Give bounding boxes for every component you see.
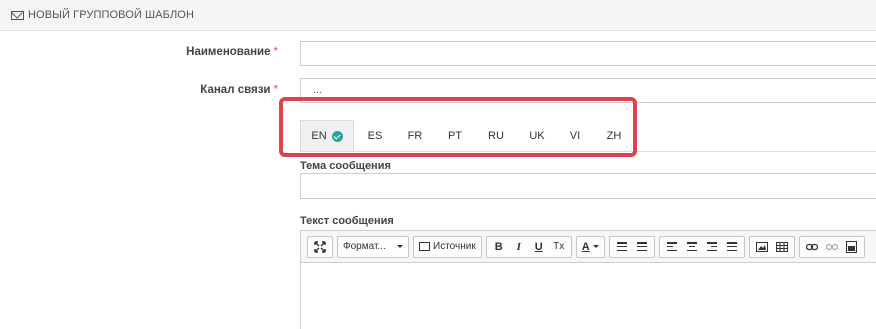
required-mark: * bbox=[273, 46, 278, 58]
page-title: НОВЫЙ ГРУППОВОЙ ШАБЛОН bbox=[28, 9, 194, 21]
name-label: Наименование * bbox=[186, 46, 278, 58]
tab-lang-label: UK bbox=[529, 129, 545, 142]
tab-lang-es[interactable]: ES bbox=[354, 120, 396, 151]
toolbar-group-links bbox=[798, 235, 865, 258]
tab-lang-label: RU bbox=[488, 129, 504, 142]
link-icon bbox=[805, 243, 818, 250]
table-button[interactable] bbox=[772, 237, 792, 257]
toolbar-group-source: Источник bbox=[413, 235, 482, 258]
toolbar-group-maximize bbox=[307, 235, 333, 258]
source-label: Источник bbox=[433, 241, 476, 252]
align-center-button[interactable] bbox=[682, 237, 702, 257]
numbered-list-icon bbox=[616, 242, 627, 251]
tab-lang-ru[interactable]: RU bbox=[476, 120, 516, 151]
tab-lang-label: VI bbox=[569, 129, 581, 142]
toolbar-group-text-style: B I U Tx bbox=[485, 235, 572, 258]
align-right-icon bbox=[706, 242, 717, 251]
chevron-down-icon bbox=[592, 245, 599, 248]
video-button[interactable] bbox=[842, 237, 862, 257]
required-mark: * bbox=[273, 84, 278, 96]
toolbar-group-align bbox=[658, 235, 745, 258]
underline-button[interactable]: U bbox=[529, 237, 549, 257]
bulleted-list-icon bbox=[636, 242, 647, 251]
language-tabs: EN ES FR PT RU UK VI ZH bbox=[300, 120, 876, 152]
chevron-down-icon bbox=[397, 245, 403, 248]
image-icon bbox=[755, 241, 768, 252]
italic-button[interactable]: I bbox=[509, 237, 529, 257]
align-justify-button[interactable] bbox=[722, 237, 742, 257]
source-icon bbox=[419, 242, 430, 251]
tab-lang-label: PT bbox=[447, 129, 463, 142]
font-color-label: A bbox=[581, 240, 590, 253]
align-justify-icon bbox=[726, 242, 737, 251]
source-button[interactable]: Источник bbox=[416, 237, 479, 257]
clear-format-button[interactable]: Tx bbox=[549, 237, 569, 257]
tab-lang-pt[interactable]: PT bbox=[434, 120, 476, 151]
maximize-button[interactable] bbox=[310, 237, 330, 257]
tab-lang-zh[interactable]: ZH bbox=[592, 120, 636, 151]
channel-select[interactable]: ... bbox=[300, 78, 876, 103]
youtube-icon bbox=[846, 240, 858, 253]
editor-content-area[interactable] bbox=[301, 263, 876, 329]
subject-label: Тема сообщения bbox=[300, 160, 391, 172]
tab-lang-en[interactable]: EN bbox=[300, 120, 354, 151]
tab-lang-label: FR bbox=[407, 129, 423, 142]
numbered-list-button[interactable] bbox=[612, 237, 632, 257]
font-color-button[interactable]: A bbox=[579, 237, 602, 257]
tab-lang-label: ES bbox=[367, 129, 383, 142]
toolbar-group-format: Формат... bbox=[337, 235, 409, 258]
rich-text-editor: Формат... Источник B I U Tx A bbox=[300, 230, 876, 329]
format-dropdown[interactable]: Формат... bbox=[340, 237, 406, 257]
align-left-icon bbox=[666, 242, 677, 251]
align-left-button[interactable] bbox=[662, 237, 682, 257]
format-label: Формат... bbox=[343, 241, 386, 252]
channel-label: Канал связи * bbox=[200, 84, 278, 96]
align-right-button[interactable] bbox=[702, 237, 722, 257]
unlink-button[interactable] bbox=[822, 237, 842, 257]
unlink-icon bbox=[825, 243, 838, 250]
tab-lang-label: ZH bbox=[606, 129, 622, 142]
image-button[interactable] bbox=[752, 237, 772, 257]
table-icon bbox=[775, 241, 788, 252]
toolbar-group-color: A bbox=[575, 235, 605, 258]
maximize-icon bbox=[314, 240, 326, 253]
name-label-text: Наименование bbox=[186, 46, 271, 58]
tab-lang-vi[interactable]: VI bbox=[558, 120, 592, 151]
editor-toolbar: Формат... Источник B I U Tx A bbox=[301, 231, 876, 263]
body-label: Текст сообщения bbox=[300, 215, 394, 227]
bulleted-list-button[interactable] bbox=[632, 237, 652, 257]
bold-button[interactable]: B bbox=[489, 237, 509, 257]
tab-lang-label: EN bbox=[311, 130, 327, 142]
envelope-icon bbox=[11, 10, 24, 20]
subject-input[interactable] bbox=[300, 173, 876, 199]
check-circle-icon bbox=[331, 130, 343, 142]
toolbar-group-insert bbox=[748, 235, 795, 258]
align-center-icon bbox=[686, 242, 697, 251]
name-input[interactable] bbox=[300, 41, 876, 66]
tab-lang-fr[interactable]: FR bbox=[396, 120, 434, 151]
panel-header: НОВЫЙ ГРУППОВОЙ ШАБЛОН bbox=[0, 0, 876, 31]
tab-lang-uk[interactable]: UK bbox=[516, 120, 558, 151]
channel-label-text: Канал связи bbox=[200, 84, 271, 96]
toolbar-group-lists bbox=[608, 235, 655, 258]
link-button[interactable] bbox=[802, 237, 822, 257]
